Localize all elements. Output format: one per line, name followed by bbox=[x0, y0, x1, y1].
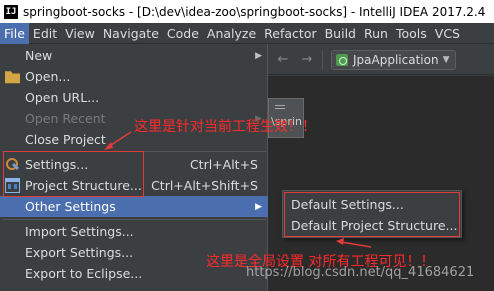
menu-navigate-label: Navigate bbox=[102, 25, 159, 41]
menu-item-open-url[interactable]: Open URL... bbox=[0, 87, 268, 108]
menu-item-open-label: Open... bbox=[25, 69, 71, 84]
menu-item-new[interactable]: New ▶ bbox=[0, 45, 268, 66]
menu-tools[interactable]: Tools bbox=[392, 23, 431, 44]
menu-build[interactable]: Build bbox=[321, 23, 360, 44]
run-configuration-selector[interactable]: JpaApplication ▼ bbox=[331, 49, 457, 70]
toolbar-separator bbox=[322, 50, 323, 69]
window-title-bar: IJ springboot-socks - [D:\dev\idea-zoo\s… bbox=[0, 0, 494, 23]
menu-edit[interactable]: Edit bbox=[29, 23, 61, 44]
annotation-box-default-settings bbox=[284, 192, 460, 237]
annotation-current-project: 这里是针对当前工程生效！！ bbox=[134, 119, 316, 135]
menu-view[interactable]: View bbox=[61, 23, 99, 44]
submenu-arrow-icon: ▶ bbox=[255, 201, 262, 212]
menu-run-label: Run bbox=[364, 25, 388, 41]
menu-analyze[interactable]: Analyze bbox=[203, 23, 260, 44]
menu-refactor[interactable]: Refactor bbox=[260, 23, 320, 44]
menu-item-close-project-label: Close Project bbox=[25, 132, 106, 147]
menu-separator bbox=[2, 219, 266, 220]
spring-boot-icon bbox=[336, 53, 348, 66]
menu-item-open[interactable]: Open... bbox=[0, 66, 268, 87]
menu-item-new-label: New bbox=[25, 48, 53, 63]
menu-item-import-settings[interactable]: Import Settings... bbox=[0, 221, 268, 242]
menu-refactor-label: Refactor bbox=[264, 25, 317, 41]
menu-tools-label: Tools bbox=[395, 25, 427, 41]
back-arrow-icon[interactable]: ← bbox=[274, 51, 292, 69]
menu-item-export-eclipse-label: Export to Eclipse... bbox=[25, 266, 143, 281]
menu-lines-icon bbox=[275, 105, 285, 109]
main-toolbar: ← → JpaApplication ▼ bbox=[268, 45, 494, 75]
menu-file-label: File bbox=[4, 25, 25, 41]
folder-icon bbox=[5, 71, 20, 84]
submenu-arrow-icon: ▶ bbox=[255, 50, 262, 61]
menu-analyze-label: Analyze bbox=[206, 25, 257, 41]
menu-edit-label: Edit bbox=[32, 25, 58, 41]
window-title: springboot-socks - [D:\dev\idea-zoo\spri… bbox=[23, 4, 486, 19]
run-config-label: JpaApplication bbox=[353, 52, 439, 67]
settings-shortcut: Ctrl+Alt+S bbox=[189, 157, 258, 172]
menu-view-label: View bbox=[65, 25, 95, 41]
menu-code-label: Code bbox=[166, 25, 199, 41]
menu-item-open-url-label: Open URL... bbox=[25, 90, 100, 105]
chevron-down-icon: ▼ bbox=[442, 54, 450, 65]
menu-item-export-settings-label: Export Settings... bbox=[25, 245, 134, 260]
menu-item-import-settings-label: Import Settings... bbox=[25, 224, 134, 239]
menu-item-open-recent-label: Open Recent bbox=[25, 111, 106, 126]
project-structure-shortcut: Ctrl+Alt+Shift+S bbox=[151, 178, 258, 193]
intellij-app-icon: IJ bbox=[4, 4, 18, 19]
main-menu-bar: File Edit View Navigate Code Analyze Ref… bbox=[0, 22, 494, 44]
menu-run[interactable]: Run bbox=[360, 23, 392, 44]
menu-build-label: Build bbox=[324, 25, 356, 41]
menu-vcs-label: VCS bbox=[434, 25, 460, 41]
annotation-box-project-settings bbox=[3, 151, 144, 197]
menu-file[interactable]: File bbox=[0, 22, 29, 44]
menu-item-other-settings[interactable]: Other Settings ▶ bbox=[0, 196, 268, 217]
menu-vcs[interactable]: VCS bbox=[431, 23, 464, 44]
menu-code[interactable]: Code bbox=[163, 23, 203, 44]
menu-item-other-settings-label: Other Settings bbox=[25, 199, 116, 214]
menu-navigate[interactable]: Navigate bbox=[99, 23, 163, 44]
forward-arrow-icon[interactable]: → bbox=[298, 51, 316, 69]
csdn-watermark: https://blog.csdn.net/qq_41684621 bbox=[246, 265, 475, 280]
